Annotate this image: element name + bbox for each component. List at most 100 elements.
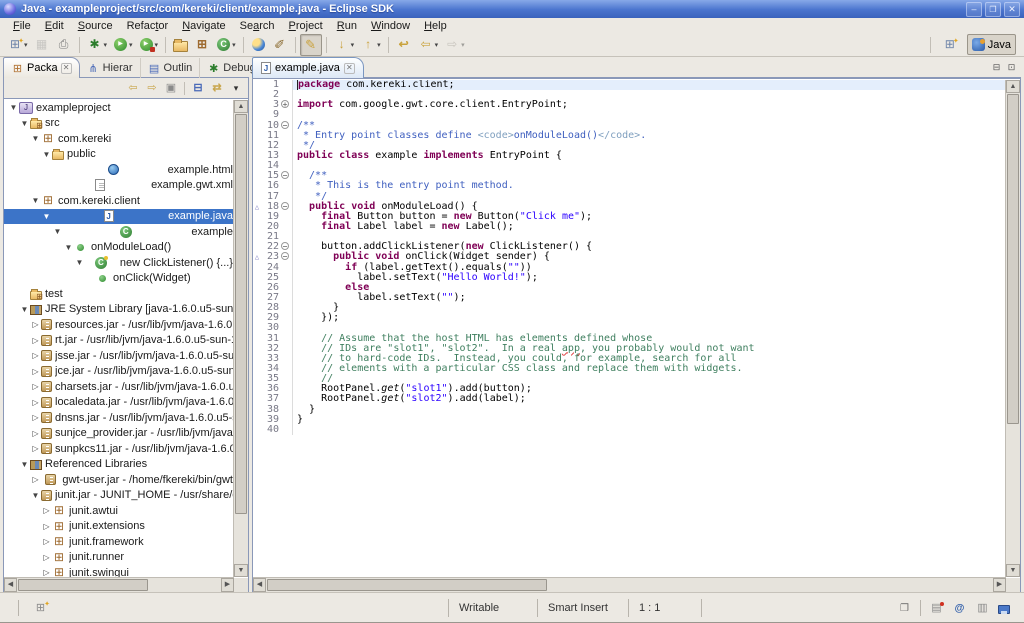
- view-forward-button[interactable]: [144, 81, 160, 96]
- tree-item-jre[interactable]: ▼JRE System Library [java-1.6.0.u5-sun-1…: [4, 302, 233, 318]
- expander-icon[interactable]: ▼: [30, 196, 41, 205]
- maximize-view-icon[interactable]: [1005, 62, 1018, 74]
- print-button[interactable]: [53, 34, 75, 56]
- code-line[interactable]: 9: [253, 110, 1005, 120]
- previous-annotation-button[interactable]: ▾: [357, 34, 384, 56]
- expander-icon[interactable]: ▷: [30, 336, 41, 345]
- tree-horizontal-scrollbar[interactable]: ◀ ▶: [4, 577, 234, 592]
- scroll-left-icon[interactable]: ◀: [253, 578, 266, 592]
- maximize-button[interactable]: [985, 2, 1001, 17]
- new-java-project-button[interactable]: [170, 34, 191, 56]
- tree-item-jce.jar[interactable]: ▷jce.jar - /usr/lib/jvm/java-1.6.0.u5-su…: [4, 364, 233, 380]
- tree-item-junit.swingui[interactable]: ▷junit.swingui: [4, 565, 233, 577]
- code-line[interactable]: 16 * This is the entry point method.: [253, 181, 1005, 191]
- menu-search[interactable]: Search: [233, 20, 282, 32]
- tree-item-example.java[interactable]: ▼example.java: [4, 209, 233, 225]
- menu-refactor[interactable]: Refactor: [120, 20, 176, 32]
- tree-item-junit.awtui[interactable]: ▷junit.awtui: [4, 503, 233, 519]
- new-wizard-button[interactable]: ▾: [4, 34, 31, 56]
- menu-file[interactable]: File: [6, 20, 38, 32]
- code-line[interactable]: 37 RootPanel.get("slot2").add(label);: [253, 394, 1005, 404]
- dropdown-arrow-icon[interactable]: ▾: [104, 41, 108, 49]
- tree-item-dnsns.jar[interactable]: ▷dnsns.jar - /usr/lib/jvm/java-1.6.0.u5-…: [4, 410, 233, 426]
- scroll-up-icon[interactable]: ▲: [234, 100, 248, 113]
- tree-item-junit.runner[interactable]: ▷junit.runner: [4, 550, 233, 566]
- tree-item-new[interactable]: ▼new ClickListener() {...}: [4, 255, 233, 271]
- dropdown-arrow-icon[interactable]: ▾: [435, 41, 439, 49]
- fold-collapse-icon[interactable]: −: [281, 252, 289, 260]
- expander-icon[interactable]: ▷: [30, 367, 41, 376]
- open-web-browser-button[interactable]: [248, 34, 269, 56]
- external-tools-button[interactable]: ▾: [136, 34, 162, 56]
- menu-project[interactable]: Project: [282, 20, 330, 32]
- tree-item-jsse.jar[interactable]: ▷jsse.jar - /usr/lib/jvm/java-1.6.0.u5-s…: [4, 348, 233, 364]
- expander-icon[interactable]: ▼: [63, 243, 74, 252]
- tree-item-sunjceprovider.jar[interactable]: ▷sunjce_provider.jar - /usr/lib/jvm/java…: [4, 426, 233, 442]
- view-menu-button[interactable]: [228, 81, 244, 96]
- debug-button[interactable]: ▾: [84, 34, 111, 56]
- tree-item-junit.jar[interactable]: ▼junit.jar - JUNIT_HOME - /usr/share/ecl…: [4, 488, 233, 504]
- menu-edit[interactable]: Edit: [38, 20, 71, 32]
- tab-outline[interactable]: Outlin: [141, 58, 201, 78]
- fold-collapse-icon[interactable]: −: [281, 242, 289, 250]
- dropdown-arrow-icon[interactable]: ▾: [461, 41, 465, 49]
- collapse-all-button[interactable]: [190, 81, 206, 96]
- tree-item-com.kereki.client[interactable]: ▼com.kereki.client: [4, 193, 233, 209]
- code-line[interactable]: 27 label.setText("");: [253, 293, 1005, 303]
- java-perspective-button[interactable]: Java: [967, 34, 1016, 55]
- code-line[interactable]: 40: [253, 425, 1005, 435]
- expander-icon[interactable]: ▷: [41, 506, 52, 515]
- tree-item-src[interactable]: ▼src: [4, 116, 233, 132]
- fast-view-button[interactable]: [33, 601, 48, 615]
- fold-column[interactable]: −: [279, 242, 293, 252]
- new-class-button[interactable]: ▾: [213, 34, 239, 56]
- close-tab-icon[interactable]: ✕: [61, 63, 72, 74]
- tree-item-public[interactable]: ▼public: [4, 147, 233, 163]
- expander-icon[interactable]: ▷: [30, 351, 41, 360]
- menu-window[interactable]: Window: [364, 20, 417, 32]
- tree-item-test[interactable]: test: [4, 286, 233, 302]
- view-back-button[interactable]: [125, 81, 141, 96]
- tree-item-com.kereki[interactable]: ▼com.kereki: [4, 131, 233, 147]
- expander-icon[interactable]: ▷: [30, 475, 41, 484]
- fold-column[interactable]: −: [279, 252, 293, 262]
- expander-icon[interactable]: ▷: [30, 444, 41, 453]
- tree-item-exampleproject[interactable]: ▼exampleproject: [4, 100, 233, 116]
- expander-icon[interactable]: ▷: [30, 429, 41, 438]
- code-line[interactable]: 11 * Entry point classes define <code>on…: [253, 131, 1005, 141]
- tree-item-junit.extensions[interactable]: ▷junit.extensions: [4, 519, 233, 535]
- close-button[interactable]: [1004, 2, 1020, 17]
- fold-column[interactable]: −: [279, 202, 293, 212]
- expander-icon[interactable]: ▼: [30, 134, 41, 143]
- tree-item-example[interactable]: ▼example: [4, 224, 233, 240]
- tree-item-example.html[interactable]: example.html: [4, 162, 233, 178]
- fold-column[interactable]: −: [279, 121, 293, 131]
- run-button[interactable]: ▾: [110, 34, 136, 56]
- fold-collapse-icon[interactable]: −: [281, 171, 289, 179]
- code-line[interactable]: 28 }: [253, 303, 1005, 313]
- tree-item-rt.jar[interactable]: ▷rt.jar - /usr/lib/jvm/java-1.6.0.u5-sun…: [4, 333, 233, 349]
- fold-column[interactable]: +: [279, 100, 293, 110]
- code-line[interactable]: 34 // elements with a particular CSS cla…: [253, 364, 1005, 374]
- close-tab-icon[interactable]: ✕: [344, 63, 355, 74]
- expander-icon[interactable]: ▷: [30, 413, 41, 422]
- code-line[interactable]: 38 }: [253, 405, 1005, 415]
- restore-views-button[interactable]: [897, 601, 912, 615]
- next-annotation-button[interactable]: ▾: [331, 34, 358, 56]
- code-area[interactable]: 1package com.kereki.client;23+import com…: [253, 80, 1005, 577]
- menu-run[interactable]: Run: [330, 20, 364, 32]
- dropdown-arrow-icon[interactable]: ▾: [129, 41, 133, 49]
- minimize-button[interactable]: [966, 2, 982, 17]
- expander-icon[interactable]: ▼: [30, 491, 41, 500]
- fold-collapse-icon[interactable]: −: [281, 121, 289, 129]
- tab-hierarchy[interactable]: Hierar: [80, 58, 141, 78]
- tree-item-gwtuser.jar[interactable]: ▷gwt-user.jar - /home/fkereki/bin/gwt: [4, 472, 233, 488]
- code-line[interactable]: 20 final Label label = new Label();: [253, 222, 1005, 232]
- expander-icon[interactable]: ▼: [41, 150, 52, 159]
- last-edit-location-button[interactable]: [393, 34, 415, 56]
- scroll-down-icon[interactable]: ▼: [1006, 564, 1020, 577]
- tree-item-sunpkcs11.jar[interactable]: ▷sunpkcs11.jar - /usr/lib/jvm/java-1.6.0…: [4, 441, 233, 457]
- expander-icon[interactable]: ▷: [41, 522, 52, 531]
- tab-package-explorer[interactable]: Packa✕: [3, 57, 80, 78]
- fold-expand-icon[interactable]: +: [281, 100, 289, 108]
